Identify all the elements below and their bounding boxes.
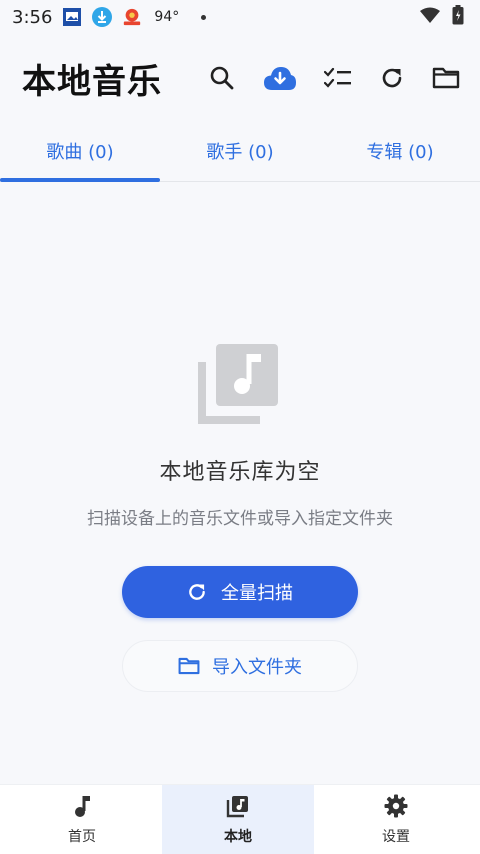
status-dot-icon [201,14,207,20]
tab-albums[interactable]: 专辑 (0) [320,120,480,181]
empty-title: 本地音乐库为空 [159,460,321,485]
nav-label-home: 首页 [68,828,96,845]
empty-state: 本地音乐库为空 扫描设备上的音乐文件或导入指定文件夹 [0,340,480,529]
status-temperature: 94° [154,9,180,25]
content-tabs: 歌曲 (0) 歌手 (0) 专辑 (0) [0,120,480,182]
battery-icon [452,4,464,30]
import-folder-label: 导入文件夹 [212,657,302,678]
nav-label-local: 本地 [224,828,252,845]
bottom-navigation: 首页 本地 设置 [0,784,480,854]
checklist-icon [324,67,351,88]
music-library-icon [198,344,278,424]
music-note-icon [75,795,90,817]
app-notification-icon [122,7,142,27]
gear-icon [384,794,408,817]
nav-item-settings[interactable]: 设置 [316,785,476,854]
tab-songs[interactable]: 歌曲 (0) [0,120,160,182]
cloud-download-icon [264,67,296,90]
search-button[interactable] [208,64,236,92]
page-title: 本地音乐 [22,61,162,102]
status-left: 3:56 94° [12,6,207,28]
multi-select-button[interactable] [324,64,352,92]
tab-artists[interactable]: 歌手 (0) [160,120,320,181]
photo-notification-icon [62,7,82,27]
refresh-button[interactable] [378,64,406,92]
import-folder-button[interactable]: 导入文件夹 [122,640,358,692]
wifi-icon [420,7,440,28]
folder-icon [178,657,200,675]
full-scan-label: 全量扫描 [221,583,293,604]
nav-label-settings: 设置 [382,828,410,845]
status-bar: 3:56 94° [0,0,480,34]
status-right [420,4,464,30]
download-notification-icon [92,7,113,27]
folder-button[interactable] [432,64,460,92]
search-icon [210,66,234,90]
cloud-download-button[interactable] [262,64,298,92]
header-actions [208,64,460,92]
full-scan-button[interactable]: 全量扫描 [122,566,358,618]
library-music-icon [226,795,248,817]
empty-subtitle: 扫描设备上的音乐文件或导入指定文件夹 [87,509,393,529]
refresh-icon [189,584,205,600]
status-time: 3:56 [12,6,53,28]
folder-icon [432,67,460,89]
nav-item-local[interactable]: 本地 [162,785,314,854]
nav-item-home[interactable]: 首页 [4,785,160,854]
refresh-icon [382,68,402,88]
app-header: 本地音乐 [0,40,480,116]
